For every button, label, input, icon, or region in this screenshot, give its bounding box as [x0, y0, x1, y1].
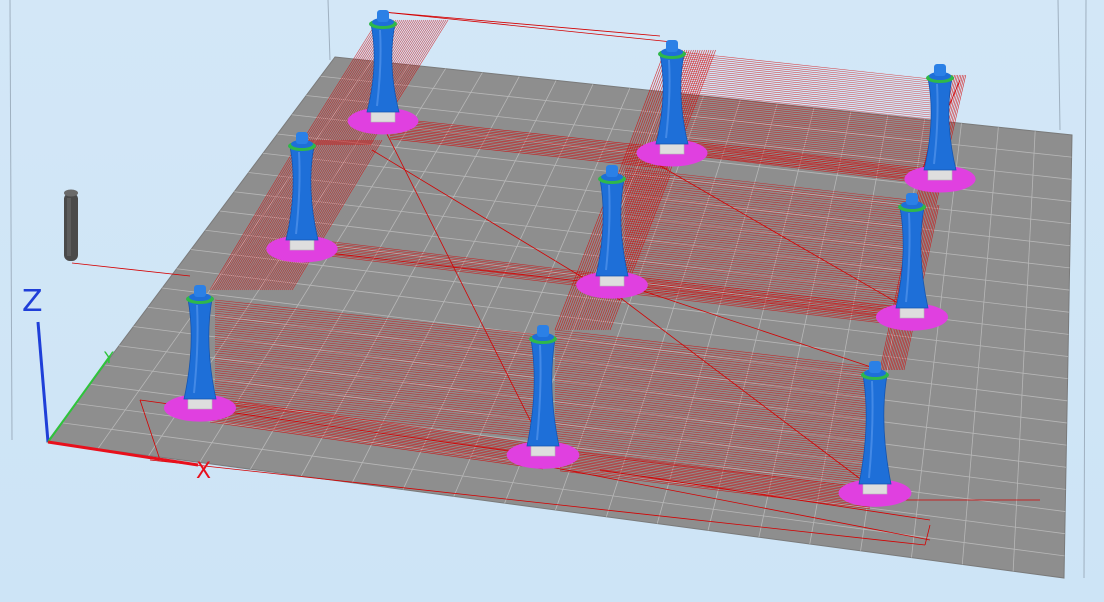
- support-tip: [537, 325, 549, 337]
- support-tip: [666, 40, 678, 52]
- z-axis-label: Z: [22, 284, 43, 319]
- x-axis-label: X: [196, 459, 211, 484]
- 3d-scene[interactable]: Z Y X: [0, 0, 1104, 602]
- support-tip: [869, 361, 881, 373]
- 3d-viewport[interactable]: Z Y X: [0, 0, 1104, 602]
- nozzle-travel-line: [71, 262, 191, 277]
- support-tip: [934, 64, 946, 76]
- build-volume-edge: [327, 0, 331, 61]
- support-tip: [296, 132, 308, 144]
- support-tip: [377, 10, 389, 22]
- support-tip: [194, 285, 206, 297]
- travel-line: [382, 11, 673, 43]
- support-tip: [906, 193, 918, 205]
- build-volume-edge: [1083, 0, 1087, 579]
- y-axis-label: Y: [103, 348, 114, 367]
- support-tip: [606, 165, 618, 177]
- build-volume-edge: [9, 0, 13, 441]
- nozzle: [64, 189, 78, 261]
- build-volume-edge: [1057, 0, 1061, 131]
- z-axis: [36, 321, 50, 443]
